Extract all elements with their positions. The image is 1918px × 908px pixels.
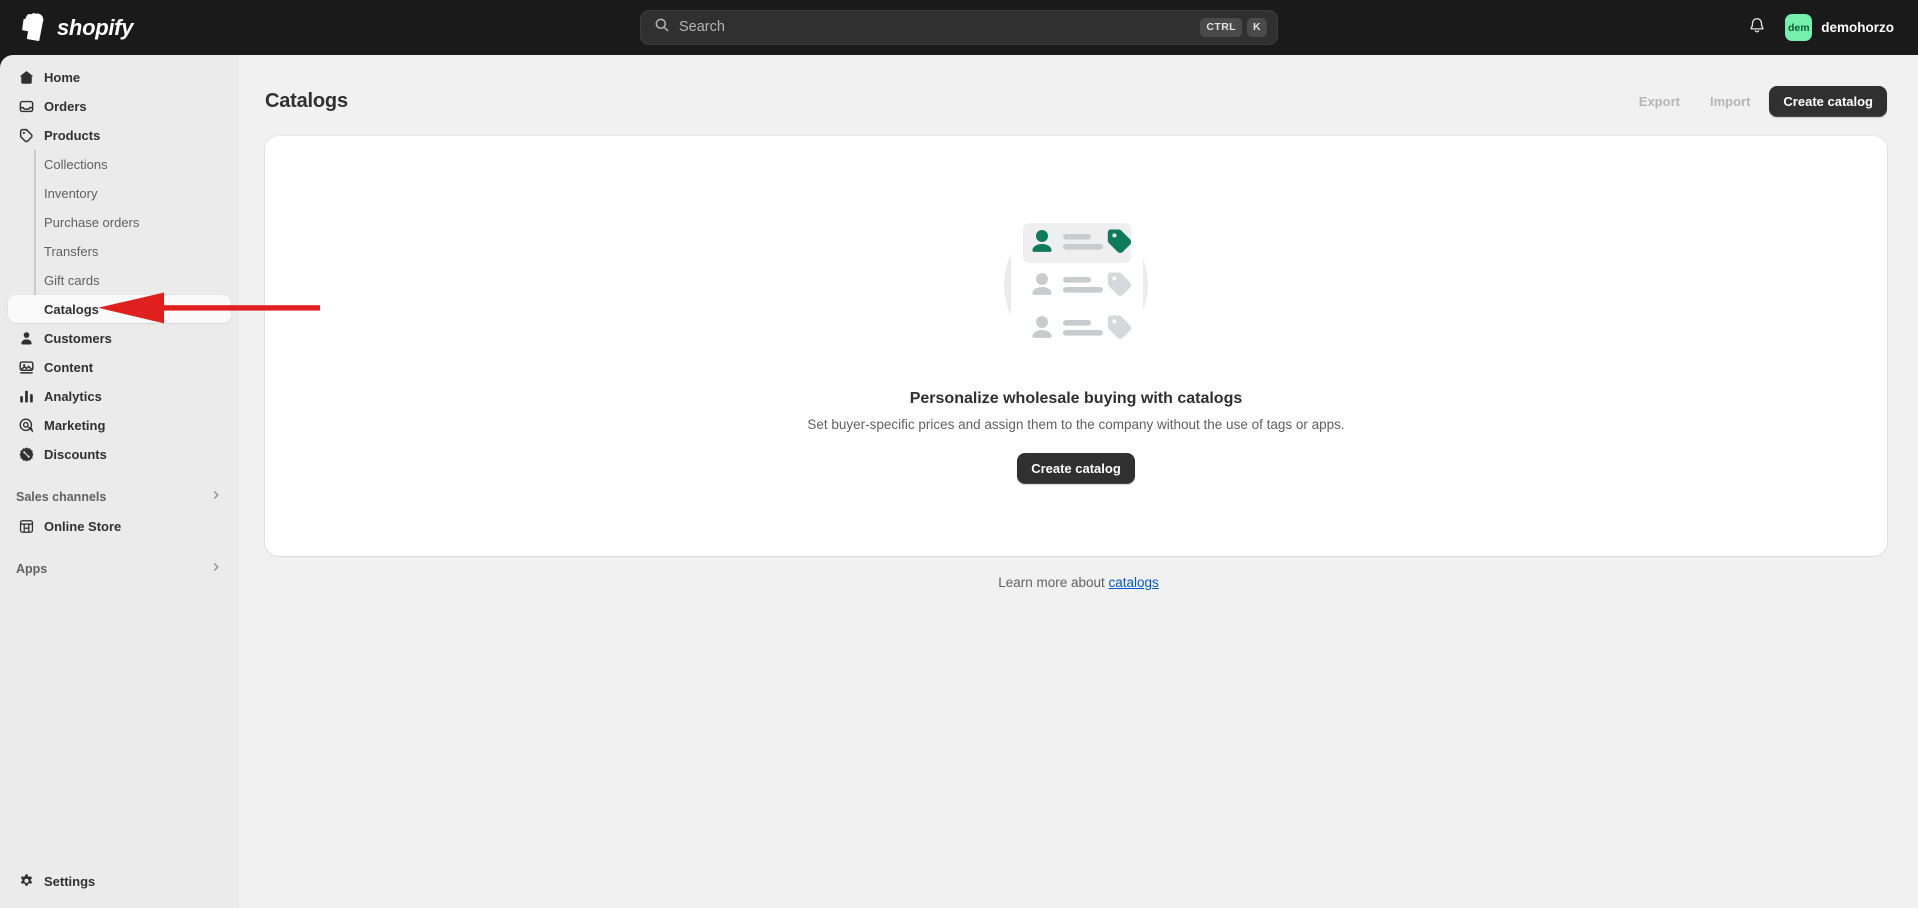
- sidebar-subitem-label: Collections: [44, 156, 108, 172]
- page-header-actions: Export Import Create catalog: [1628, 85, 1887, 117]
- orders-inbox-icon: [16, 96, 36, 116]
- sidebar-item-label: Discounts: [44, 446, 107, 462]
- global-search[interactable]: Search CTRL K: [640, 10, 1278, 45]
- sidebar-item-label: Content: [44, 359, 94, 375]
- search-shortcut: CTRL K: [1200, 18, 1267, 37]
- import-button[interactable]: Import: [1699, 87, 1761, 116]
- nav-spacer: [8, 469, 231, 483]
- create-catalog-button[interactable]: Create catalog: [1769, 85, 1887, 117]
- chevron-right-icon: [209, 488, 223, 507]
- shopify-brand[interactable]: shopify: [22, 11, 133, 45]
- sidebar-subitem-label: Transfers: [44, 243, 99, 259]
- catalog-list-illustration: [1003, 210, 1148, 359]
- sidebar-footer: Settings: [0, 867, 239, 896]
- sidebar-item-label: Customers: [44, 330, 112, 346]
- export-button[interactable]: Export: [1628, 87, 1691, 116]
- sidebar-subitem-gift-cards[interactable]: Gift cards: [8, 266, 231, 294]
- customer-person-icon: [16, 328, 36, 348]
- sidebar-item-customers[interactable]: Customers: [8, 324, 231, 352]
- chevron-right-icon: [209, 560, 223, 579]
- shortcut-modifier-key: CTRL: [1200, 18, 1242, 37]
- shopify-admin-window: shopify Search CTRL K dem demohorzo Home…: [0, 0, 1918, 908]
- learn-more-footer: Learn more about catalogs: [239, 575, 1918, 590]
- sidebar-subitem-catalogs[interactable]: Catalogs: [8, 295, 231, 323]
- sidebar-item-analytics[interactable]: Analytics: [8, 382, 231, 410]
- empty-state-title: Personalize wholesale buying with catalo…: [909, 389, 1243, 407]
- content-media-icon: [16, 357, 36, 377]
- empty-state-create-catalog-button[interactable]: Create catalog: [1017, 452, 1135, 484]
- sidebar-item-label: Analytics: [44, 388, 102, 404]
- sidebar-subitem-label: Catalogs: [44, 301, 99, 317]
- sidebar-subitem-collections[interactable]: Collections: [8, 150, 231, 178]
- products-subnav: Collections Inventory Purchase orders Tr…: [8, 150, 231, 323]
- sidebar-item-home[interactable]: Home: [8, 63, 231, 91]
- search-icon: [654, 17, 670, 38]
- sidebar-item-label: Products: [44, 127, 101, 143]
- sidebar-item-marketing[interactable]: Marketing: [8, 411, 231, 439]
- learn-more-text: Learn more about: [998, 575, 1109, 590]
- avatar: dem: [1785, 14, 1813, 41]
- gear-icon: [16, 871, 36, 891]
- discount-badge-icon: [16, 444, 36, 464]
- sidebar-subitem-label: Gift cards: [44, 272, 100, 288]
- search-placeholder: Search: [679, 19, 725, 36]
- sidebar-item-label: Orders: [44, 98, 87, 114]
- analytics-bar-chart-icon: [16, 386, 36, 406]
- notifications-button[interactable]: [1739, 11, 1775, 45]
- user-name: demohorzo: [1821, 20, 1894, 35]
- marketing-target-icon: [16, 415, 36, 435]
- brand-name: shopify: [57, 14, 134, 40]
- sidebar-item-discounts[interactable]: Discounts: [8, 440, 231, 468]
- sidebar-section-sales-channels[interactable]: Sales channels: [8, 483, 231, 511]
- page-header: Catalogs Export Import Create catalog: [239, 55, 1918, 123]
- sidebar-item-online-store[interactable]: Online Store: [8, 512, 231, 540]
- shortcut-key: K: [1247, 18, 1267, 37]
- page-title: Catalogs: [265, 89, 348, 112]
- empty-state: Personalize wholesale buying with catalo…: [807, 201, 1345, 484]
- home-icon: [16, 67, 36, 87]
- sidebar-item-label: Online Store: [44, 518, 122, 534]
- sidebar-item-content[interactable]: Content: [8, 353, 231, 381]
- section-title: Apps: [16, 561, 48, 576]
- sidebar-item-products[interactable]: Products: [8, 121, 231, 149]
- sidebar-subitem-inventory[interactable]: Inventory: [8, 179, 231, 207]
- catalogs-doc-link[interactable]: catalogs: [1109, 575, 1159, 590]
- user-menu-button[interactable]: dem demohorzo: [1781, 10, 1904, 45]
- search-input[interactable]: Search CTRL K: [640, 10, 1278, 45]
- storefront-icon: [16, 516, 36, 536]
- top-bar-right: dem demohorzo: [1739, 0, 1904, 55]
- products-subnav-wrapper: Collections Inventory Purchase orders Tr…: [8, 150, 231, 323]
- sidebar-item-label: Marketing: [44, 417, 106, 433]
- sidebar-subitem-label: Purchase orders: [44, 214, 140, 230]
- sidebar-subitem-purchase-orders[interactable]: Purchase orders: [8, 208, 231, 236]
- sidebar-item-label: Home: [44, 69, 81, 85]
- shopify-bag-icon: [22, 13, 48, 42]
- primary-nav: Home Orders Products Collections Invento…: [0, 63, 239, 583]
- sidebar-item-orders[interactable]: Orders: [8, 92, 231, 120]
- section-title: Sales channels: [16, 489, 107, 504]
- sidebar-subitem-transfers[interactable]: Transfers: [8, 237, 231, 265]
- empty-state-subtitle: Set buyer-specific prices and assign the…: [807, 416, 1345, 432]
- bell-icon: [1748, 16, 1766, 39]
- sidebar: Home Orders Products Collections Invento…: [0, 55, 239, 908]
- sidebar-item-label: Settings: [44, 873, 96, 889]
- sidebar-section-apps[interactable]: Apps: [8, 555, 231, 583]
- products-tag-icon: [16, 125, 36, 145]
- main-content: Catalogs Export Import Create catalog Pe…: [239, 55, 1918, 908]
- sidebar-subitem-label: Inventory: [44, 185, 98, 201]
- sidebar-item-settings[interactable]: Settings: [8, 867, 231, 895]
- nav-spacer: [8, 541, 231, 555]
- catalogs-empty-card: Personalize wholesale buying with catalo…: [265, 136, 1887, 556]
- top-bar: shopify Search CTRL K dem demohorzo: [0, 0, 1918, 55]
